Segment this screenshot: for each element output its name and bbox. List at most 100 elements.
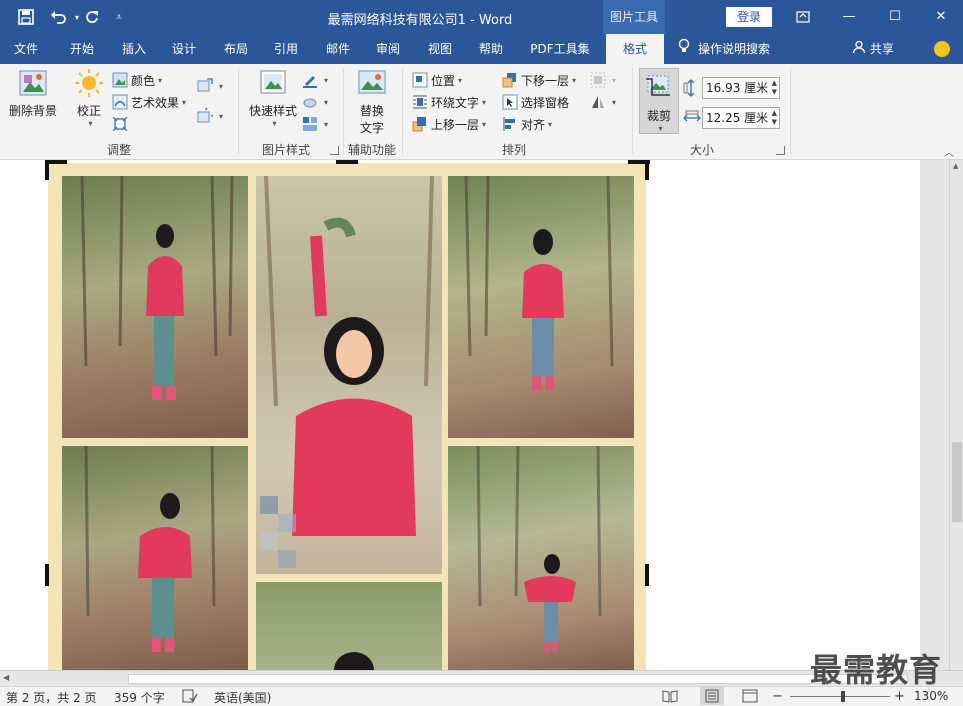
- page-count[interactable]: 第 2 页，共 2 页: [6, 689, 97, 706]
- vertical-scrollbar[interactable]: ▲: [949, 160, 963, 670]
- horizontal-scroll-thumb[interactable]: [128, 674, 908, 684]
- tell-me-search[interactable]: 操作说明搜索: [678, 34, 770, 64]
- arrange-group-label: 排列: [501, 143, 526, 157]
- photo-tile: [62, 176, 248, 438]
- share-label: 共享: [870, 42, 895, 56]
- height-input[interactable]: 16.93 厘米 ▲ ▼: [702, 77, 780, 99]
- chevron-down-icon: ▾: [272, 119, 277, 128]
- group-objects-icon: [590, 72, 606, 88]
- group-objects-button[interactable]: ▾: [590, 70, 616, 90]
- height-spinner[interactable]: ▲ ▼: [772, 79, 777, 97]
- tab-pdf-tools[interactable]: PDF工具集: [520, 34, 600, 64]
- tab-design[interactable]: 设计: [158, 34, 210, 64]
- print-layout-icon[interactable]: [700, 687, 724, 705]
- chevron-down-icon: ▾: [612, 75, 617, 85]
- login-button[interactable]: 登录: [726, 7, 772, 27]
- undo-dropdown-icon[interactable]: ▾: [72, 7, 82, 27]
- ribbon-display-icon[interactable]: [780, 0, 826, 34]
- word-count[interactable]: 359 个字: [114, 689, 165, 706]
- customize-toolbar-icon[interactable]: ⩡: [112, 7, 126, 27]
- resize-handle[interactable]: [645, 564, 649, 586]
- accessibility-group-label: 辅助功能: [347, 143, 396, 157]
- corrections-button[interactable]: 校正 ▾: [70, 68, 108, 128]
- save-icon[interactable]: [16, 7, 36, 27]
- undo-icon[interactable]: [46, 7, 72, 27]
- width-spinner[interactable]: ▲ ▼: [772, 109, 777, 127]
- tab-layout[interactable]: 布局: [210, 34, 262, 64]
- remove-background-label: 删除背景: [8, 104, 57, 118]
- document-area: [0, 160, 949, 670]
- tab-review[interactable]: 审阅: [362, 34, 414, 64]
- scroll-up-icon[interactable]: ▲: [953, 162, 958, 170]
- effects-icon: [302, 94, 318, 110]
- crop-icon: [644, 73, 674, 103]
- vertical-scroll-thumb[interactable]: [952, 442, 962, 522]
- align-button[interactable]: 对齐 ▾: [502, 114, 552, 134]
- quick-styles-button[interactable]: 快速样式 ▾: [246, 68, 300, 128]
- rotate-button[interactable]: ▾: [590, 92, 616, 112]
- picture-tools-label: 图片工具: [603, 0, 665, 34]
- tab-help[interactable]: 帮助: [465, 34, 517, 64]
- tab-format[interactable]: 格式: [606, 34, 664, 64]
- picture-border-button[interactable]: ▾: [302, 70, 328, 90]
- tab-insert[interactable]: 插入: [108, 34, 160, 64]
- read-mode-icon[interactable]: [662, 689, 678, 706]
- alt-text-button[interactable]: 替换 文字: [352, 68, 392, 136]
- tab-mailings[interactable]: 邮件: [312, 34, 364, 64]
- zoom-out-button[interactable]: −: [772, 689, 783, 704]
- tab-view[interactable]: 视图: [414, 34, 466, 64]
- close-icon[interactable]: ✕: [918, 0, 963, 34]
- ribbon: 删除背景 校正 ▾ 颜色▾ 艺术效果▾ ▾ ▾ 调整 快速样式 ▾ ▾ ▾: [0, 64, 963, 160]
- chevron-down-icon: ▾: [482, 119, 487, 129]
- resize-handle[interactable]: [45, 564, 49, 586]
- height-icon: [683, 78, 699, 98]
- chevron-down-icon: ▾: [612, 97, 617, 107]
- maximize-icon[interactable]: ☐: [872, 0, 918, 34]
- remove-background-icon: [18, 68, 48, 98]
- selection-pane-button[interactable]: 选择窗格: [502, 92, 569, 112]
- picture-effects-button[interactable]: ▾: [302, 92, 328, 112]
- picture-styles-launcher-icon[interactable]: [330, 146, 339, 155]
- collage-picture[interactable]: [48, 163, 646, 670]
- resize-handle[interactable]: [336, 160, 358, 164]
- web-layout-icon[interactable]: [742, 689, 758, 706]
- redo-icon[interactable]: [82, 7, 102, 27]
- send-backward-button[interactable]: 下移一层 ▾: [502, 70, 576, 90]
- collapse-ribbon-icon[interactable]: ︿: [944, 144, 954, 159]
- zoom-slider-thumb[interactable]: [841, 691, 845, 702]
- resize-handle[interactable]: [645, 160, 649, 180]
- artistic-effects-button[interactable]: 艺术效果 ▾: [112, 92, 186, 112]
- compress-pictures-button[interactable]: [112, 114, 131, 134]
- tab-file[interactable]: 文件: [0, 34, 52, 64]
- color-button[interactable]: 颜色 ▾: [112, 70, 162, 90]
- share-button[interactable]: 共享: [852, 34, 894, 64]
- position-button[interactable]: 位置 ▾: [412, 70, 462, 90]
- remove-background-button[interactable]: 删除背景: [6, 68, 60, 119]
- size-launcher-icon[interactable]: [776, 146, 785, 155]
- proofing-icon[interactable]: [182, 689, 198, 706]
- zoom-level[interactable]: 130%: [914, 689, 948, 703]
- minimize-icon[interactable]: —: [826, 0, 872, 34]
- smiley-feedback-icon[interactable]: [934, 41, 950, 57]
- wrap-text-button[interactable]: 环绕文字 ▾: [412, 92, 486, 112]
- chevron-down-icon: ▾: [548, 119, 553, 129]
- quick-styles-icon: [258, 68, 288, 98]
- chevron-down-icon: ▾: [482, 97, 487, 107]
- document-page[interactable]: [0, 160, 920, 670]
- ribbon-tabs: 文件 开始 插入 设计 布局 引用 邮件 审阅 视图 帮助 PDF工具集 格式 …: [0, 34, 963, 64]
- zoom-slider-track[interactable]: [790, 696, 890, 697]
- crop-button[interactable]: 裁剪 ▾: [639, 68, 679, 134]
- width-input[interactable]: 12.25 厘米 ▲ ▼: [702, 107, 780, 129]
- change-picture-button[interactable]: ▾: [197, 76, 223, 96]
- language-indicator[interactable]: 英语(美国): [214, 689, 271, 706]
- reset-picture-icon: [197, 105, 217, 124]
- tab-references[interactable]: 引用: [260, 34, 312, 64]
- reset-picture-button[interactable]: ▾: [197, 105, 223, 126]
- scroll-left-icon[interactable]: ◀: [3, 673, 9, 682]
- bring-forward-button[interactable]: 上移一层 ▾: [412, 114, 486, 134]
- tab-home[interactable]: 开始: [56, 34, 108, 64]
- zoom-in-button[interactable]: +: [894, 689, 905, 704]
- picture-layout-button[interactable]: ▾: [302, 114, 328, 134]
- position-icon: [412, 72, 428, 88]
- resize-handle[interactable]: [45, 160, 67, 164]
